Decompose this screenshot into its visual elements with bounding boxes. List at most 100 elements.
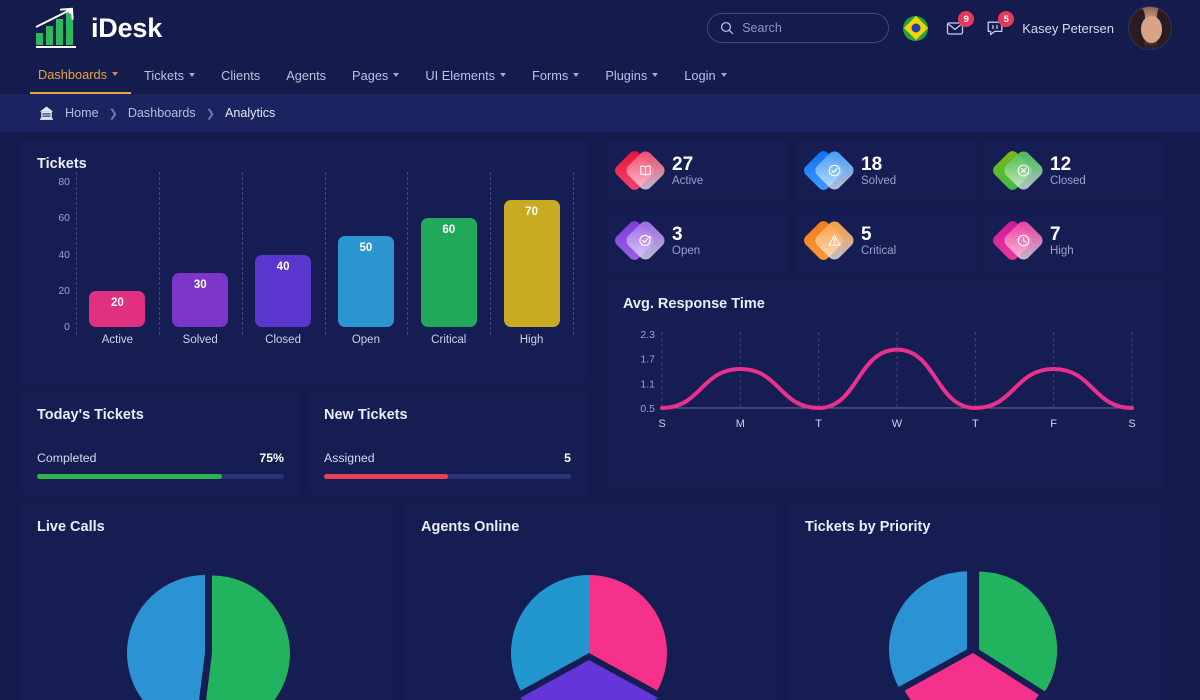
nav-label: Login <box>684 67 716 83</box>
search-icon <box>720 21 734 35</box>
bar-chart-plot: 20 30 40 50 60 70 <box>76 172 574 335</box>
chevron-down-icon <box>112 72 119 76</box>
pie-slice[interactable] <box>202 575 290 700</box>
breadcrumb-item-dashboards[interactable]: Dashboards <box>128 106 196 120</box>
progress-value: 5 <box>564 451 571 465</box>
nav-item-ui-elements[interactable]: UI Elements <box>412 56 519 94</box>
stat-label: Solved <box>861 175 897 188</box>
nav-item-clients[interactable]: Clients <box>208 56 273 94</box>
agents-online-card: Agents Online <box>404 503 782 700</box>
progress-value: 75% <box>259 451 284 465</box>
pie-slice[interactable] <box>127 575 205 700</box>
stat-card-closed[interactable]: 12 Closed <box>984 140 1165 202</box>
nav-item-dashboards[interactable]: Dashboards <box>30 56 132 94</box>
progress-track <box>324 474 571 479</box>
card-title: Tickets by Priority <box>805 519 931 535</box>
bar[interactable]: 40 <box>255 254 312 327</box>
svg-text:2.3: 2.3 <box>640 329 655 341</box>
chevron-down-icon <box>189 73 196 77</box>
chat-button[interactable]: 5 <box>982 11 1015 41</box>
svg-text:1.7: 1.7 <box>640 354 655 366</box>
new-tickets-card: New Tickets Assigned 5 <box>307 391 588 495</box>
breadcrumb-separator: ❯ <box>205 107 215 120</box>
svg-text:T: T <box>972 418 979 430</box>
breadcrumb-item-home[interactable]: Home <box>65 106 99 120</box>
response-time-line-chart: 0.5 1.1 1.7 2.3 S M T W T F S <box>606 326 1165 436</box>
mail-button[interactable]: 9 <box>942 11 975 41</box>
chevron-down-icon <box>652 73 659 77</box>
nav-item-forms[interactable]: Forms <box>519 56 592 94</box>
nav-label: Agents <box>286 67 327 83</box>
stat-value: 5 <box>861 223 872 245</box>
chat-badge: 5 <box>998 11 1015 27</box>
bar[interactable]: 60 <box>420 218 477 327</box>
search-box[interactable] <box>707 13 890 43</box>
progress-label: Completed <box>37 451 97 465</box>
grid-line <box>573 172 574 335</box>
nav-label: Dashboards <box>38 66 108 82</box>
home-icon[interactable] <box>38 105 55 121</box>
bar[interactable]: 20 <box>89 290 146 327</box>
search-input[interactable] <box>742 21 873 35</box>
bar-value-label: 50 <box>359 242 373 255</box>
card-title: Tickets <box>37 156 87 172</box>
svg-text:S: S <box>1128 418 1135 430</box>
breadcrumb: Home ❯ Dashboards ❯ Analytics <box>0 94 1200 132</box>
progress-fill <box>324 474 448 479</box>
bar-column[interactable]: 20 <box>89 290 146 327</box>
mail-badge: 9 <box>958 11 975 27</box>
x-tick-label: Active <box>101 334 134 346</box>
x-tick-label: Open <box>351 334 380 346</box>
bar-chart: 0 20 40 60 80 20 30 40 50 60 70 Active Solved Close… <box>20 172 587 362</box>
svg-text:0.5: 0.5 <box>640 403 655 415</box>
card-title: Live Calls <box>37 519 105 535</box>
brand-logo[interactable]: iDesk <box>30 7 162 49</box>
stat-card-active[interactable]: 27 Active <box>606 140 787 202</box>
nav-item-agents[interactable]: Agents <box>273 56 339 94</box>
nav-item-login[interactable]: Login <box>671 56 739 94</box>
svg-text:F: F <box>1050 418 1057 430</box>
nav-item-plugins[interactable]: Plugins <box>592 56 671 94</box>
stat-label: High <box>1050 245 1074 258</box>
stat-card-high[interactable]: 7 High <box>984 210 1165 272</box>
live-calls-card: Live Calls <box>20 503 398 700</box>
bar[interactable]: 30 <box>172 272 229 327</box>
stat-card-solved[interactable]: 18 Solved <box>795 140 976 202</box>
chevron-down-icon <box>720 73 727 77</box>
bar-column[interactable]: 60 <box>420 218 477 327</box>
card-title: Agents Online <box>421 519 520 535</box>
progress-track <box>37 474 284 479</box>
bar-chart-y-axis: 0 20 40 60 80 <box>20 176 76 333</box>
nav-item-pages[interactable]: Pages <box>339 56 412 94</box>
clock-icon <box>990 218 1046 263</box>
card-title: Avg. Response Time <box>623 296 765 312</box>
bar-column[interactable]: 40 <box>255 254 312 327</box>
stat-value: 27 <box>672 153 694 175</box>
breadcrumb-item-analytics: Analytics <box>224 106 276 120</box>
avatar[interactable] <box>1128 6 1172 50</box>
nav-label: Tickets <box>144 67 185 83</box>
flag-brazil-icon[interactable] <box>903 15 929 41</box>
svg-text:1.1: 1.1 <box>640 378 655 390</box>
x-tick-label: Solved <box>182 334 218 346</box>
grid-line <box>241 172 243 335</box>
bar-column[interactable]: 70 <box>503 200 560 327</box>
bar[interactable]: 50 <box>337 236 394 327</box>
top-header-bar: iDesk 9 <box>0 0 1200 56</box>
chevron-down-icon <box>393 73 400 77</box>
bar-value-label: 40 <box>276 260 290 273</box>
nav-item-tickets[interactable]: Tickets <box>131 56 208 94</box>
bar-column[interactable]: 50 <box>337 236 394 327</box>
book-icon <box>612 148 668 193</box>
svg-text:M: M <box>736 418 745 430</box>
stat-value: 3 <box>672 223 683 245</box>
y-tick-label: 40 <box>58 248 70 261</box>
y-tick-label: 20 <box>58 284 70 297</box>
bar[interactable]: 70 <box>503 200 560 327</box>
stat-card-open[interactable]: 3 Open <box>606 210 787 272</box>
stat-card-critical[interactable]: 5 Critical <box>795 210 976 272</box>
breadcrumb-separator: ❯ <box>108 107 118 120</box>
bar-column[interactable]: 30 <box>172 272 229 327</box>
x-tick-label: Closed <box>265 334 301 346</box>
y-tick-label: 60 <box>58 212 70 225</box>
